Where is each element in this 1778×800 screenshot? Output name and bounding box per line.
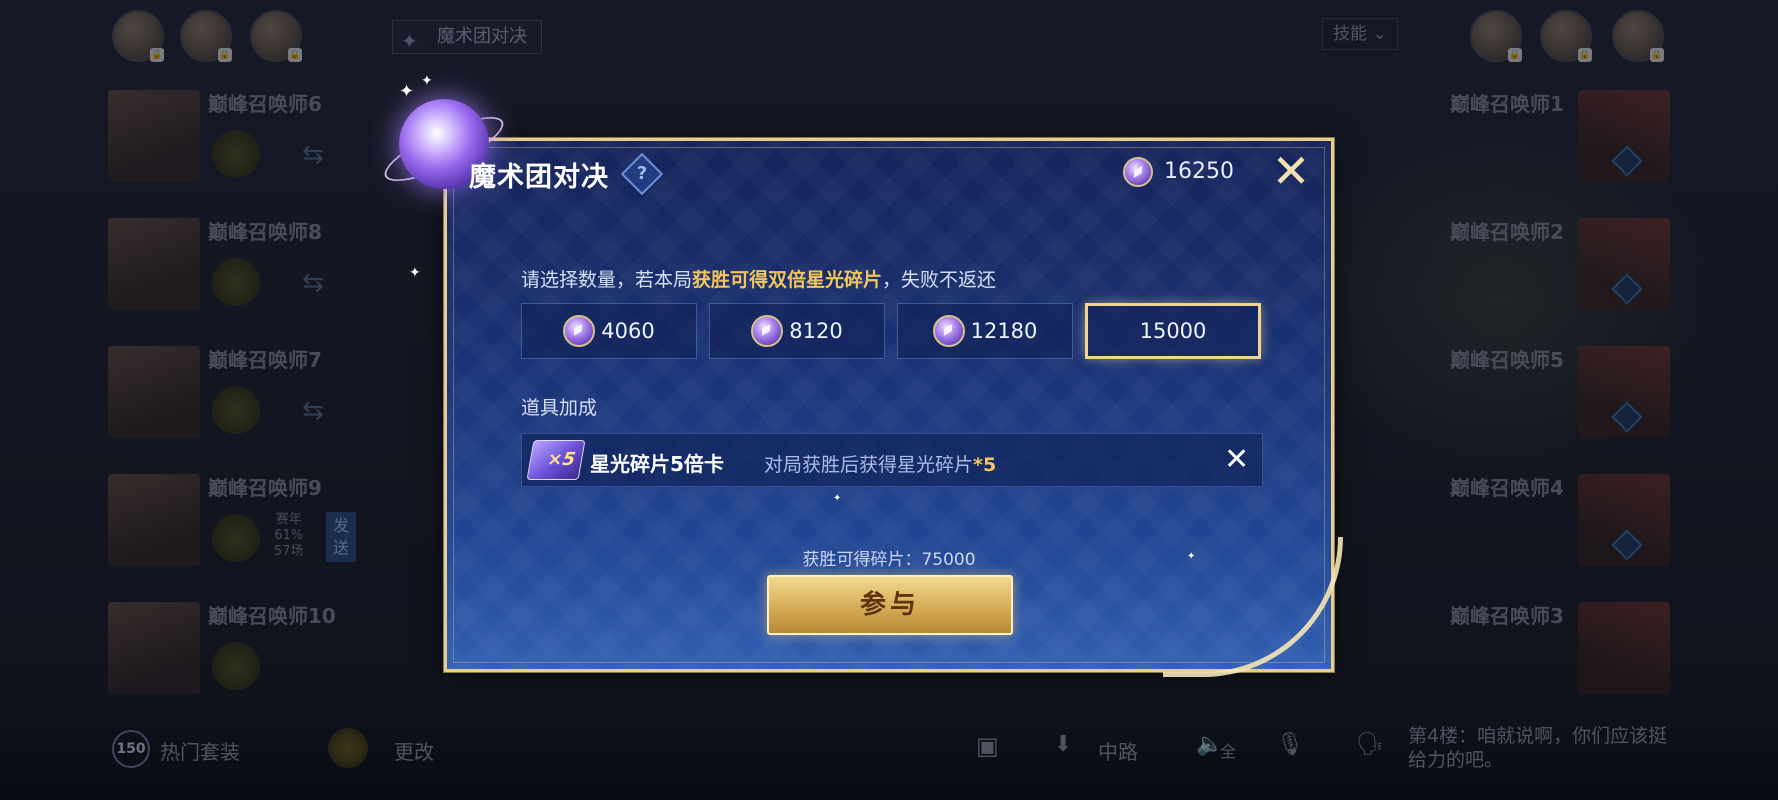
- prompt-highlight: 获胜可得双倍星光碎片: [692, 269, 883, 291]
- selection-prompt: 请选择数量，若本局获胜可得双倍星光碎片，失败不返还: [521, 265, 996, 292]
- amount-option-selected[interactable]: 15000: [1085, 303, 1261, 359]
- option-value: 15000: [1139, 319, 1207, 343]
- amount-option[interactable]: 4060: [521, 303, 697, 359]
- option-value: 12180: [970, 319, 1038, 343]
- option-value: 8120: [789, 319, 843, 343]
- item-multiplier: *5: [973, 454, 997, 476]
- help-glyph: ?: [636, 163, 648, 184]
- prompt-text: 请选择数量，若本局: [521, 269, 693, 291]
- close-button[interactable]: ✕: [1269, 148, 1313, 195]
- bonus-label: 道具加成: [521, 397, 598, 419]
- modal-title: 魔术团对决: [469, 162, 609, 193]
- star-shard-icon: [1123, 157, 1153, 187]
- item-name: 星光碎片5倍卡: [590, 452, 724, 476]
- bonus-item-row[interactable]: ×5 星光碎片5倍卡 对局获胜后获得星光碎片*5 ✕: [521, 433, 1263, 487]
- sparkle-icon: ✦: [421, 73, 433, 89]
- sparkle-icon: ✦: [399, 81, 415, 102]
- win-total: 获胜可得碎片：75000: [802, 550, 976, 570]
- remove-item-button[interactable]: ✕: [1224, 442, 1249, 477]
- help-icon[interactable]: ?: [620, 152, 664, 196]
- star-shard-icon: [932, 315, 965, 347]
- option-value: 4060: [601, 319, 655, 343]
- amount-option[interactable]: 12180: [897, 303, 1073, 359]
- multiplier-card-icon: ×5: [526, 440, 586, 480]
- item-description: 对局获胜后获得星光碎片*5: [764, 450, 996, 477]
- star-shard-icon: [751, 315, 784, 347]
- prompt-text: ，失败不返还: [882, 269, 997, 291]
- shard-balance: 16250: [1123, 157, 1234, 187]
- item-desc-text: 对局获胜后获得星光碎片: [764, 454, 974, 476]
- join-button[interactable]: 参与: [767, 575, 1013, 635]
- sparkle-icon: ✦: [833, 493, 842, 504]
- magic-duel-modal: ✦ ✦ ✦ 魔术团对决 ? 16250 ✕ 请选择数量，若本局获胜可得双倍星光碎…: [377, 73, 1343, 677]
- amount-option[interactable]: 8120: [709, 303, 885, 359]
- balance-value: 16250: [1164, 159, 1234, 184]
- star-shard-icon: [563, 315, 596, 347]
- sparkle-icon: ✦: [409, 265, 421, 281]
